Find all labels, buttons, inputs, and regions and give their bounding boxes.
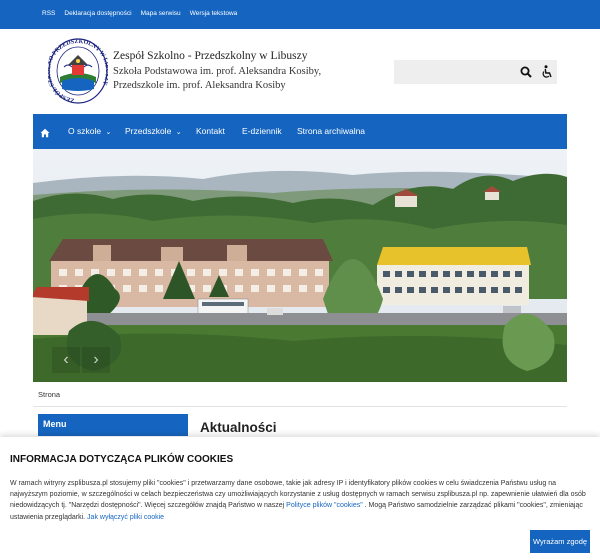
school-logo[interactable]: ZESPÓŁ SZKOLNO-PRZEDSZKOLNY W LIBUSZY	[46, 37, 110, 105]
cookie-text: W ramach witryny zsplibusza.pl stosujemy…	[10, 478, 588, 523]
breadcrumb[interactable]: Strona	[38, 390, 60, 399]
nav-home[interactable]	[40, 125, 52, 138]
chevron-down-icon: ⌄	[105, 129, 112, 136]
home-icon	[40, 128, 50, 138]
cookie-title: INFORMACJA DOTYCZĄCA PLIKÓW COOKIES	[10, 454, 234, 465]
accessibility-declaration-link[interactable]: Deklaracja dostępności	[64, 10, 131, 17]
chevron-left-icon: ‹	[63, 351, 69, 368]
slider-next-button[interactable]: ›	[82, 347, 110, 373]
accessibility-button[interactable]	[537, 60, 557, 84]
main-navigation: O szkole ⌄ Przedszkole ⌄ Kontakt E-dzien…	[33, 114, 567, 149]
nav-kontakt[interactable]: Kontakt	[196, 126, 225, 136]
text-version-link[interactable]: Wersja tekstowa	[190, 10, 238, 17]
nav-przedszkole-label: Przedszkole	[125, 126, 172, 136]
nav-przedszkole[interactable]: Przedszkole ⌄	[125, 126, 182, 136]
school-subtitle-2: Przedszkole im. prof. Aleksandra Kosiby	[113, 80, 286, 91]
slider-prev-button[interactable]: ‹	[52, 347, 80, 373]
search-icon	[520, 66, 532, 78]
cookie-consent-banner: INFORMACJA DOTYCZĄCA PLIKÓW COOKIES W ra…	[0, 437, 600, 560]
school-name: Zespół Szkolno - Przedszkolny w Libuszy	[113, 50, 308, 62]
sidebar-menu-title: Menu	[38, 414, 188, 436]
nav-o-szkole-label: O szkole	[68, 126, 102, 136]
nav-e-dziennik[interactable]: E-dziennik	[242, 126, 282, 136]
top-utility-bar: RSS Deklaracja dostępności Mapa serwisu …	[0, 0, 600, 29]
nav-strona-archiwalna[interactable]: Strona archiwalna	[297, 126, 365, 136]
wheelchair-icon	[542, 65, 552, 78]
cookie-policy-link[interactable]: Polityce plików "cookies"	[286, 502, 363, 509]
hero-slider-image	[33, 149, 567, 382]
site-header: ZESPÓŁ SZKOLNO-PRZEDSZKOLNY W LIBUSZY Ze…	[0, 29, 600, 114]
chevron-right-icon: ›	[93, 351, 99, 368]
chevron-down-icon: ⌄	[175, 129, 182, 136]
disable-cookies-link[interactable]: Jak wyłączyć pliki cookie	[87, 514, 164, 521]
sitemap-link[interactable]: Mapa serwisu	[141, 10, 181, 17]
page-title: Aktualności	[200, 420, 277, 435]
top-links: RSS Deklaracja dostępności Mapa serwisu …	[42, 10, 237, 17]
nav-o-szkole[interactable]: O szkole ⌄	[68, 126, 111, 136]
search-input[interactable]	[394, 60, 515, 84]
rss-link[interactable]: RSS	[42, 10, 55, 17]
content-divider	[33, 406, 567, 407]
accept-cookies-button[interactable]: Wyrażam zgodę	[530, 530, 590, 553]
search-button[interactable]	[515, 60, 537, 84]
school-subtitle-1: Szkoła Podstawowa im. prof. Aleksandra K…	[113, 66, 322, 77]
